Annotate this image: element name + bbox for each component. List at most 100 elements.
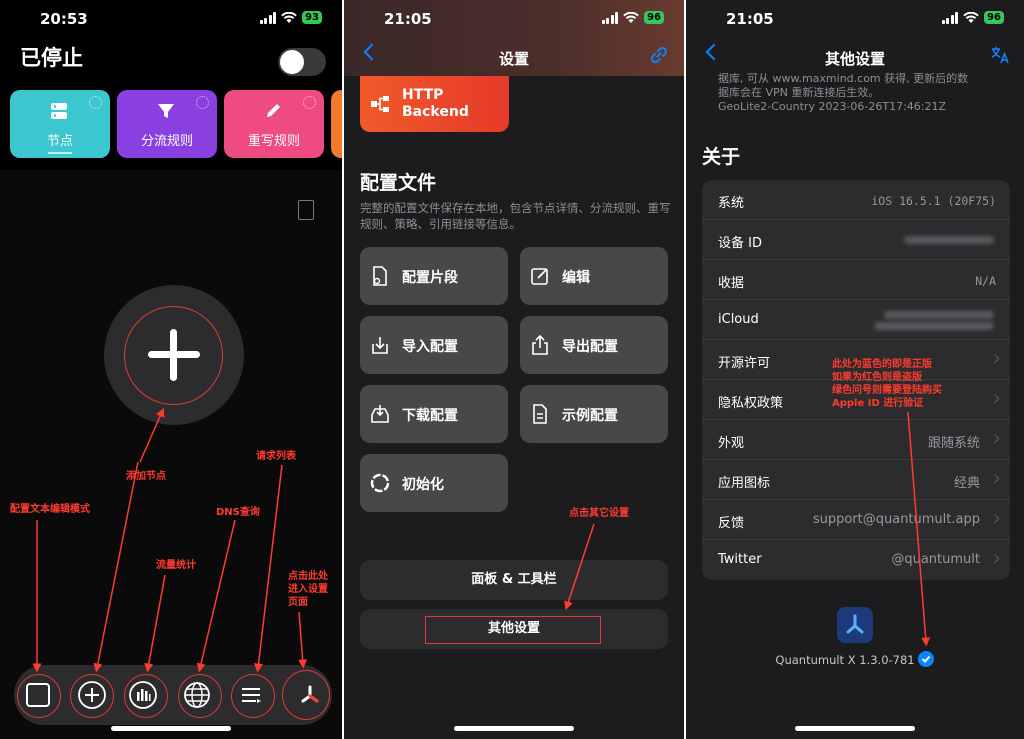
status-time: 20:53: [40, 10, 88, 28]
download-tray-icon: [371, 405, 389, 423]
row-label: 应用图标: [718, 476, 771, 491]
example-config-button[interactable]: 示例配置: [520, 385, 668, 443]
card-label: 分流规则: [140, 134, 193, 149]
import-icon: [372, 337, 388, 354]
annotation-add-node: 添加节点: [126, 471, 166, 482]
annotation-text-edit: 配置文本编辑模式: [10, 504, 90, 515]
row-device-id: 设备 ID: [702, 220, 1010, 260]
tile-label: 导出配置: [562, 339, 618, 355]
battery-icon: 96: [644, 11, 664, 24]
selected-indicator: [48, 152, 72, 154]
nav-bar: 21:05 96 其他设置: [686, 0, 1024, 70]
status-bar: 20:53 93: [0, 8, 342, 30]
edit-icon: [531, 268, 548, 285]
gear-icon[interactable]: [196, 96, 209, 109]
module-cards: 节点 分流规则 重写规则: [10, 90, 342, 158]
redacted-value: [904, 236, 994, 244]
highlight-circle: [17, 674, 61, 718]
vpn-toggle[interactable]: [278, 48, 326, 76]
http-backend-button[interactable]: HTTP Backend: [360, 76, 509, 132]
export-config-button[interactable]: 导出配置: [520, 316, 668, 374]
row-label: 设备 ID: [718, 236, 762, 251]
chevron-right-icon: [989, 553, 1000, 564]
card-rewrite-rules[interactable]: 重写规则: [224, 90, 324, 158]
highlight-circle: [124, 306, 223, 405]
row-icloud: iCloud: [702, 300, 1010, 340]
highlight-box: [425, 616, 601, 644]
server-icon: [51, 103, 67, 119]
status-time: 21:05: [726, 10, 774, 28]
reset-button[interactable]: 初始化: [360, 454, 508, 512]
app-version: Quantumult X 1.3.0-781: [775, 653, 915, 667]
card-label: 重写规则: [247, 134, 300, 149]
row-appearance[interactable]: 外观 跟随系统: [702, 420, 1010, 460]
row-label: 收据: [718, 276, 745, 291]
card-label: 节点: [46, 134, 73, 149]
card-filter-rules[interactable]: 分流规则: [117, 90, 217, 158]
wifi-icon: [281, 11, 297, 23]
other-settings-screen: 据库, 可从 www.maxmind.com 获得, 更新后的数 据库会在 VP…: [686, 0, 1024, 739]
battery-icon: 93: [302, 11, 322, 24]
wifi-icon: [963, 11, 979, 23]
chevron-right-icon: [989, 393, 1000, 404]
chevron-right-icon: [989, 433, 1000, 444]
row-system: 系统 iOS 16.5.1 (20F75): [702, 180, 1010, 220]
row-twitter[interactable]: Twitter @quantumult: [702, 540, 1010, 580]
share-icon: [532, 335, 548, 355]
row-value: iOS 16.5.1 (20F75): [871, 194, 996, 208]
config-snippet-button[interactable]: 配置片段: [360, 247, 508, 305]
annotation-settings: 点击此处 进入设置 页面: [288, 571, 328, 608]
battery-icon: 96: [984, 11, 1004, 24]
row-feedback[interactable]: 反馈 support@quantumult.app: [702, 500, 1010, 540]
tile-label: 初始化: [402, 477, 444, 493]
edit-button[interactable]: 编辑: [520, 247, 668, 305]
highlight-circle: [282, 670, 330, 720]
card-nodes[interactable]: 节点: [10, 90, 110, 158]
row-receipt: 收据 N/A: [702, 260, 1010, 300]
log-icon[interactable]: [298, 200, 314, 220]
section-description: 完整的配置文件保存在本地，包含节点详情、分流规则、重写规则、策略、引用链接等信息…: [360, 201, 671, 231]
row-value: 经典: [953, 476, 980, 491]
row-value: @quantumult: [891, 552, 980, 567]
row-label: 反馈: [718, 516, 745, 531]
translate-icon[interactable]: [990, 46, 1010, 64]
status-time: 21:05: [384, 10, 432, 28]
import-config-button[interactable]: 导入配置: [360, 316, 508, 374]
tile-label: 编辑: [562, 270, 590, 286]
row-label: 系统: [718, 196, 745, 211]
card-more[interactable]: [331, 90, 342, 158]
pencil-icon: [267, 104, 280, 117]
link-icon[interactable]: [650, 46, 668, 64]
annotation-requests: 请求列表: [256, 451, 296, 462]
tile-label: 示例配置: [562, 408, 618, 424]
row-app-icon[interactable]: 应用图标 经典: [702, 460, 1010, 500]
nav-bar: 21:05 96 设置: [344, 0, 684, 76]
highlight-circle: [178, 674, 222, 718]
redacted-value: [884, 311, 994, 319]
panel-toolbar-button[interactable]: 面板 & 工具栏: [360, 560, 668, 600]
home-screen: 20:53 93 已停止 节点 分流规则 重写规则 添加节点 配置文本编辑模式 …: [0, 0, 342, 739]
status-bar: 21:05 96: [344, 8, 684, 30]
row-value: N/A: [975, 274, 996, 288]
highlight-circle: [124, 674, 168, 718]
download-config-button[interactable]: 下载配置: [360, 385, 508, 443]
row-value: 跟随系统: [927, 436, 980, 451]
home-indicator: [111, 726, 231, 731]
annotation-other-settings: 点击其它设置: [569, 508, 629, 519]
app-logo-icon: [837, 607, 873, 643]
tile-label: 下载配置: [402, 408, 458, 424]
highlight-circle: [70, 674, 114, 718]
network-icon: [371, 96, 389, 112]
row-label: 开源许可: [718, 356, 771, 371]
row-value: support@quantumult.app: [812, 512, 980, 527]
home-indicator: [795, 726, 915, 731]
verified-badge-icon: [918, 651, 934, 667]
annotation-genuine-check: 此处为蓝色的即是正版 如果为红色则是盗版 绿色问号则需要登陆购买 Apple I…: [832, 359, 942, 409]
row-label: Twitter: [718, 552, 762, 567]
tile-label: 配置片段: [402, 270, 458, 286]
highlight-circle: [231, 674, 275, 718]
row-label: 隐私权政策: [718, 396, 784, 411]
chevron-right-icon: [989, 513, 1000, 524]
gear-icon[interactable]: [89, 96, 102, 109]
gear-icon[interactable]: [303, 96, 316, 109]
